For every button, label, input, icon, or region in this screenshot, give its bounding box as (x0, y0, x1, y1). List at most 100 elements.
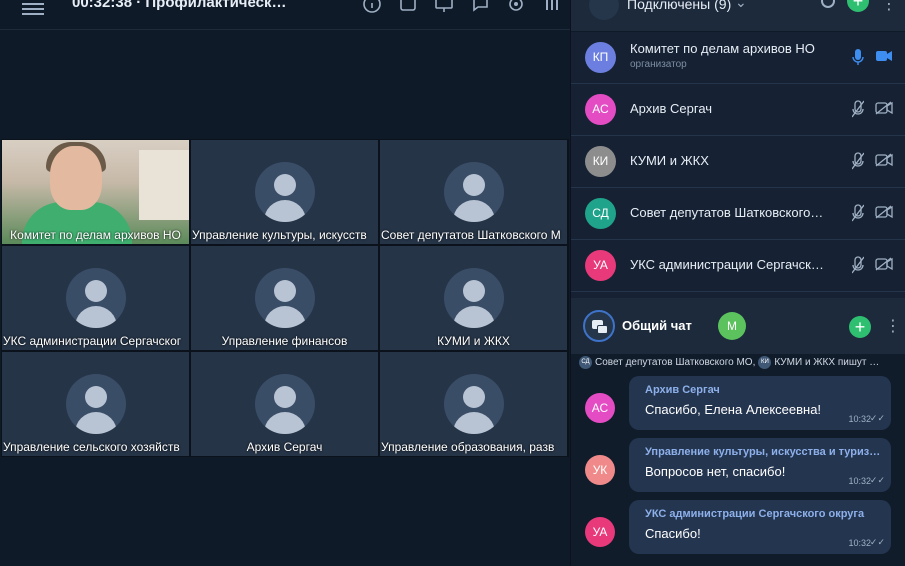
participant-row[interactable]: УА УКС администрации Сергачск… (571, 240, 905, 292)
participant-name: Комитет по делам архивов НО (630, 41, 815, 56)
participant-row[interactable]: СД Совет депутатов Шатковского… (571, 188, 905, 240)
tile-name: УКС администрации Сергачског (3, 334, 182, 348)
microphone-off-icon[interactable] (852, 256, 864, 274)
message-time: 10:32 (848, 414, 871, 424)
camera-off-icon[interactable] (875, 153, 893, 167)
typing-indicator: СД Совет депутатов Шатковского МО, КИ КУ… (579, 356, 879, 369)
avatar: СД (579, 356, 592, 369)
user-avatar-icon (254, 162, 315, 222)
message-time: 10:32 (848, 476, 871, 486)
screen-share-icon[interactable] (434, 0, 454, 14)
video-tile[interactable]: УКС администрации Сергачског (1, 245, 190, 351)
message-text: Спасибо! (645, 526, 701, 541)
participant-list: КП Комитет по делам архивов НО организат… (571, 32, 905, 292)
tile-name: Управление сельского хозяйств (3, 440, 180, 454)
info-icon[interactable] (362, 0, 382, 14)
video-grid: Комитет по делам архивов НО Управление к… (1, 139, 569, 457)
people-icon (589, 0, 619, 20)
video-tile[interactable]: Архив Сергач (190, 351, 379, 457)
microphone-off-icon[interactable] (852, 204, 864, 222)
read-check-icon: ✓✓ (869, 537, 885, 547)
camera-off-icon[interactable] (875, 205, 893, 219)
chat-bubble-icon[interactable] (470, 0, 490, 14)
camera-background (139, 150, 189, 220)
video-tile[interactable]: Управление образования, разв (379, 351, 568, 457)
user-avatar-icon (443, 374, 504, 434)
user-avatar-icon (65, 268, 126, 328)
avatar: КИ (758, 356, 772, 369)
video-tile[interactable]: Комитет по делам архивов НО (1, 139, 190, 245)
typing-text: КУМИ и ЖКХ пишут … (774, 357, 880, 368)
camera-off-icon[interactable] (875, 257, 893, 271)
chevron-down-icon[interactable]: ⌄ (735, 0, 747, 11)
stats-icon[interactable] (542, 0, 562, 14)
read-check-icon: ✓✓ (869, 475, 885, 485)
message-sender: УКС администрации Сергачского округа (645, 508, 865, 520)
meeting-title: 00:32:38 · Профилактическ… (72, 0, 287, 11)
participants-title[interactable]: Подключены (9) (627, 0, 731, 12)
camera-person-face (50, 146, 102, 210)
participant-role: организатор (630, 59, 687, 70)
video-tile[interactable]: КУМИ и ЖКХ (379, 245, 568, 351)
gear-icon[interactable] (506, 0, 526, 14)
message-sender: Архив Сергач (645, 384, 720, 396)
video-tile[interactable]: Совет депутатов Шатковского М (379, 139, 568, 245)
message-text: Вопросов нет, спасибо! (645, 464, 786, 479)
avatar: УА (585, 517, 615, 547)
user-avatar-icon (443, 268, 504, 328)
microphone-off-icon[interactable] (852, 100, 864, 118)
participant-row[interactable]: КП Комитет по делам архивов НО организат… (571, 32, 905, 84)
participant-name: КУМИ и ЖКХ (630, 153, 709, 168)
read-check-icon: ✓✓ (869, 413, 885, 423)
video-area: 00:32:38 · Профилактическ… Комитет по де… (0, 0, 570, 566)
search-icon[interactable] (821, 0, 835, 8)
user-avatar-icon (65, 374, 126, 434)
more-icon[interactable]: ⋮ (881, 0, 897, 14)
camera-off-icon[interactable] (875, 101, 893, 115)
avatar[interactable]: М (718, 312, 746, 340)
video-tile[interactable]: Управление культуры, искусств (190, 139, 379, 245)
tile-name: КУМИ и ЖКХ (437, 334, 510, 348)
user-avatar-icon (254, 374, 315, 434)
message-bubble: Управление культуры, искусства и туриз… … (629, 438, 891, 492)
video-tile[interactable]: Управление финансов (190, 245, 379, 351)
participants-count: (9) (714, 0, 732, 12)
timer: 00:32:38 (72, 0, 133, 11)
conference-app: 00:32:38 · Профилактическ… Комитет по де… (0, 0, 905, 566)
microphone-icon[interactable] (852, 48, 864, 66)
participant-row[interactable]: КИ КУМИ и ЖКХ (571, 136, 905, 188)
user-avatar-icon (443, 162, 504, 222)
avatar: КП (585, 42, 616, 73)
microphone-off-icon[interactable] (852, 152, 864, 170)
chat-icon (583, 310, 615, 342)
participant-name: Совет депутатов Шатковского… (630, 205, 824, 220)
avatar: СД (585, 198, 616, 229)
chat-title[interactable]: Общий чат (622, 318, 692, 333)
video-tile[interactable]: Управление сельского хозяйств (1, 351, 190, 457)
chat-panel: Общий чат М + ⋮ СД Совет депутатов Шатко… (571, 298, 905, 566)
avatar: АС (585, 393, 615, 423)
message-bubble: УКС администрации Сергачского округа Спа… (629, 500, 891, 554)
avatar: АС (585, 94, 616, 125)
tile-name: Совет депутатов Шатковского М (381, 228, 561, 242)
message-sender: Управление культуры, искусства и туриз… (645, 446, 881, 458)
participant-name: УКС администрации Сергачск… (630, 257, 824, 272)
typing-text: Совет депутатов Шатковского МО, (595, 357, 756, 368)
tile-name: Архив Сергач (246, 440, 323, 454)
participant-row[interactable]: АС Архив Сергач (571, 84, 905, 136)
tile-name: Управление финансов (221, 334, 348, 348)
add-participant-button[interactable]: + (847, 0, 869, 12)
layout-icon[interactable] (398, 0, 418, 14)
top-bar: 00:32:38 · Профилактическ… (0, 0, 570, 30)
more-icon[interactable]: ⋮ (885, 316, 901, 336)
menu-icon[interactable] (22, 0, 44, 15)
tile-name: Управление образования, разв (381, 440, 555, 454)
tile-name: Комитет по делам архивов НО (10, 228, 181, 242)
add-button[interactable]: + (849, 316, 871, 338)
message-time: 10:32 (848, 538, 871, 548)
participants-header: Подключены (9) ⌄ + ⋮ (571, 0, 905, 32)
camera-icon[interactable] (875, 49, 893, 63)
tile-name: Управление культуры, искусств (192, 228, 367, 242)
avatar: КИ (585, 146, 616, 177)
user-avatar-icon (254, 268, 315, 328)
